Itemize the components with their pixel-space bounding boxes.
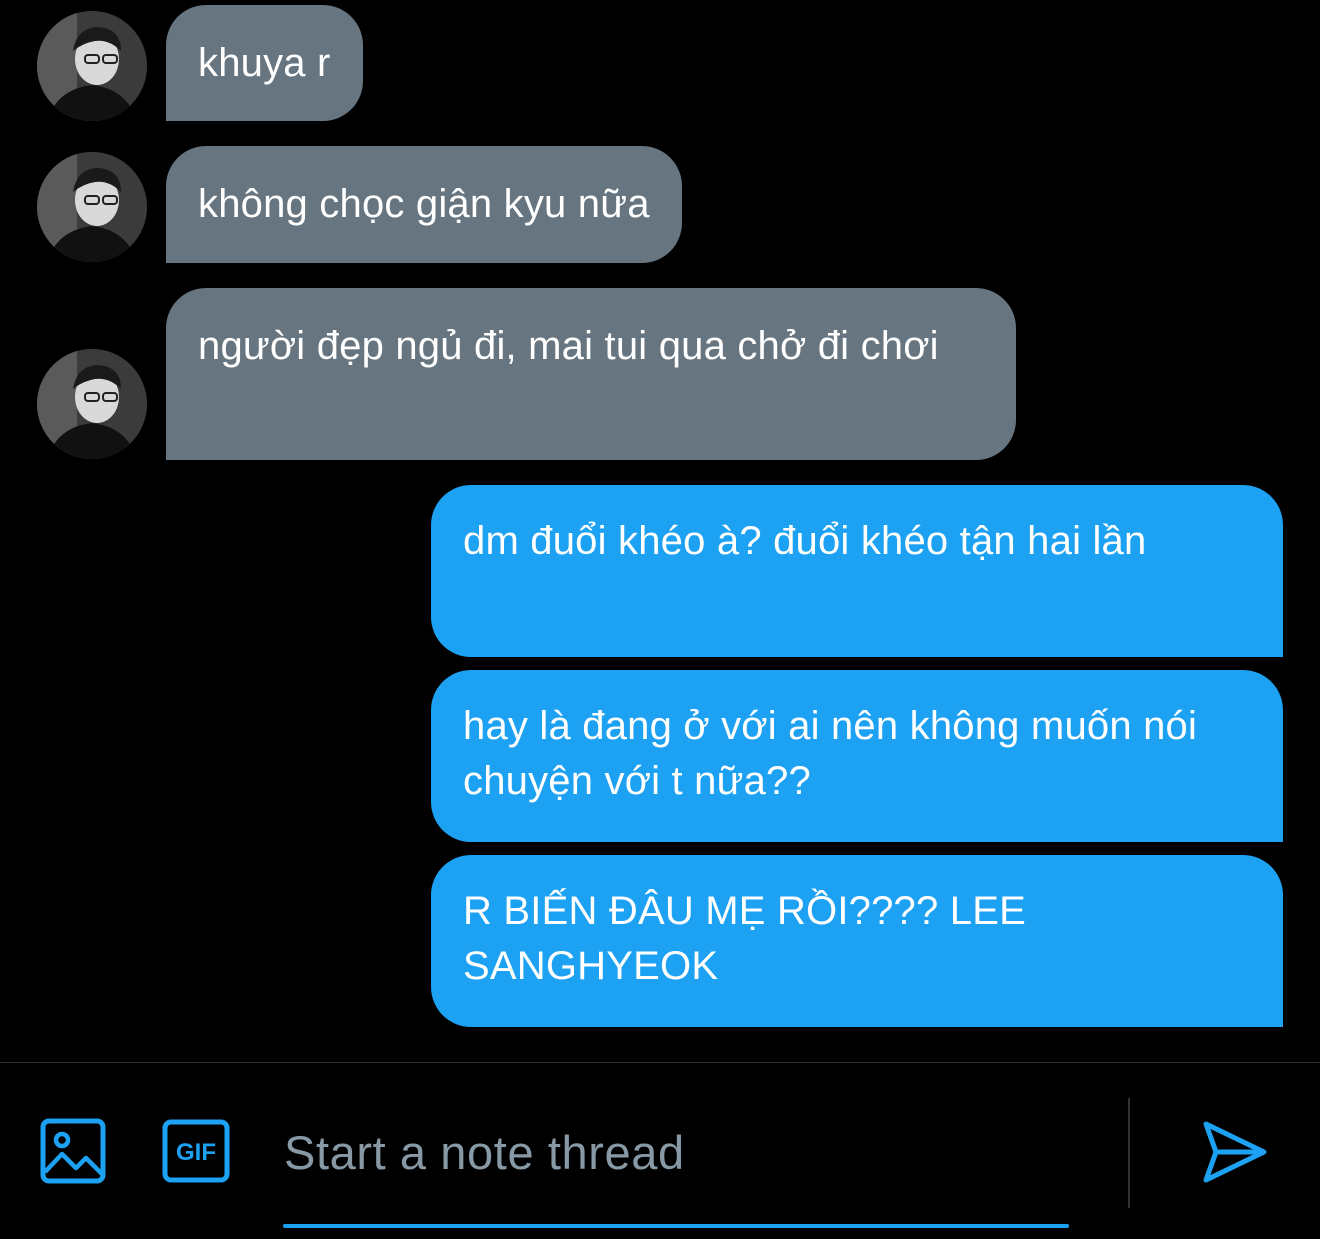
- note-input[interactable]: [284, 1120, 1064, 1184]
- contact-avatar[interactable]: [37, 11, 147, 121]
- message-thread: khuya r không chọc giận kyu nữa người đẹ…: [0, 0, 1320, 1062]
- incoming-message[interactable]: khuya r: [166, 5, 363, 121]
- image-icon[interactable]: [40, 1118, 106, 1184]
- contact-avatar[interactable]: [37, 152, 147, 262]
- send-icon[interactable]: [1200, 1118, 1268, 1186]
- outgoing-message[interactable]: dm đuổi khéo à? đuổi khéo tận hai lần: [431, 485, 1283, 657]
- gif-label: GIF: [176, 1139, 216, 1166]
- gif-button[interactable]: GIF: [162, 1119, 230, 1183]
- avatar-photo-icon: [37, 11, 147, 121]
- avatar-photo-icon: [37, 152, 147, 262]
- gif-icon: GIF: [162, 1119, 230, 1183]
- outgoing-message[interactable]: hay là đang ở với ai nên không muốn nói …: [431, 670, 1283, 842]
- outgoing-message[interactable]: R BIẾN ĐÂU MẸ RỒI???? LEE SANGHYEOK: [431, 855, 1283, 1027]
- incoming-message[interactable]: không chọc giận kyu nữa: [166, 146, 682, 263]
- avatar-photo-icon: [37, 349, 147, 459]
- input-focus-underline: [283, 1224, 1069, 1228]
- composer-separator: [1128, 1098, 1130, 1208]
- contact-avatar[interactable]: [37, 349, 147, 459]
- incoming-message[interactable]: người đẹp ngủ đi, mai tui qua chở đi chơ…: [166, 288, 1016, 460]
